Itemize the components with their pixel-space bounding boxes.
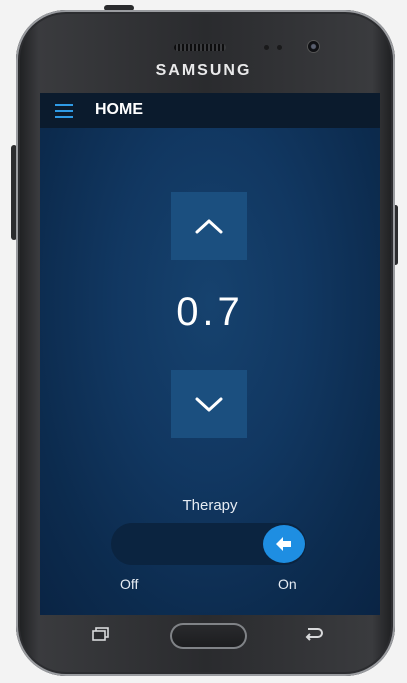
front-camera xyxy=(308,41,319,52)
hamburger-menu-icon[interactable] xyxy=(55,104,73,118)
arrow-left-icon xyxy=(276,537,291,551)
screen: HOME 0.7 Therapy Off On xyxy=(40,93,380,615)
brand-logo: SAMSUNG xyxy=(155,62,252,79)
therapy-toggle-knob[interactable] xyxy=(263,525,305,563)
back-icon[interactable] xyxy=(302,625,324,643)
therapy-value: 0.7 xyxy=(176,290,244,334)
recent-apps-icon[interactable] xyxy=(92,627,110,641)
toggle-on-label: On xyxy=(278,576,297,592)
page-title: HOME xyxy=(95,101,143,118)
earpiece-speaker xyxy=(174,44,226,51)
chevron-down-icon xyxy=(195,397,223,412)
toggle-off-label: Off xyxy=(120,576,139,592)
decrease-button[interactable] xyxy=(171,370,247,438)
light-sensor xyxy=(277,45,282,50)
app-bar: HOME xyxy=(40,93,380,128)
therapy-label: Therapy xyxy=(182,497,238,514)
increase-button[interactable] xyxy=(171,192,247,260)
proximity-sensor xyxy=(264,45,269,50)
home-button[interactable] xyxy=(170,623,247,649)
chevron-up-icon xyxy=(195,219,223,234)
